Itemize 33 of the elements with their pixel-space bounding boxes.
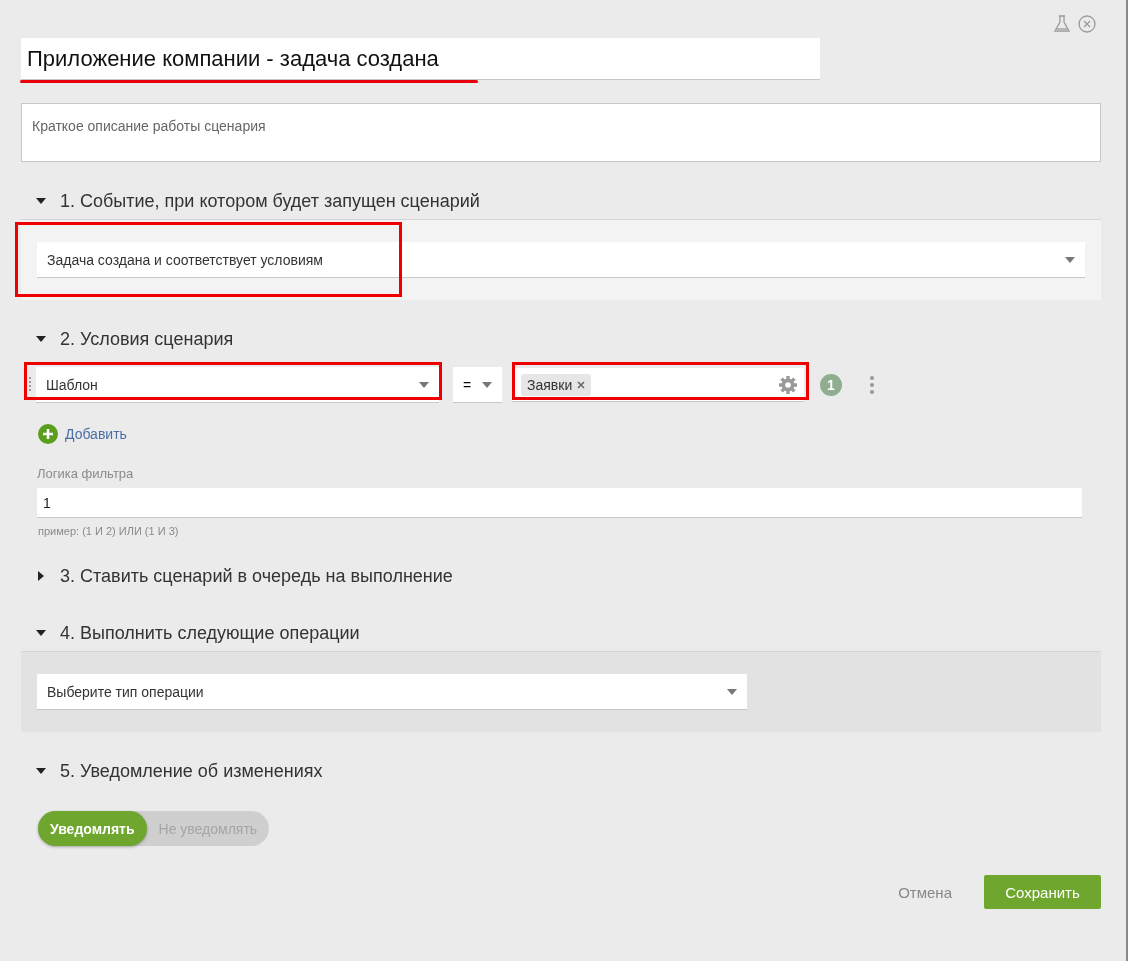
add-link[interactable]: Добавить (38, 422, 1101, 446)
expanded-triangle-icon[interactable] (36, 198, 46, 204)
caret-icon[interactable] (727, 688, 737, 695)
collapsed-triangle-icon[interactable] (38, 571, 44, 581)
dropdown-select[interactable]: Задача создана и соответствует условиям (37, 242, 1085, 278)
dropdown-select[interactable]: Выберите тип операции (37, 674, 747, 710)
filter-logic-field[interactable]: 1 (37, 488, 1082, 518)
title-field[interactable]: Приложение компании - задача создана (21, 38, 820, 80)
expanded-triangle-icon[interactable] (36, 768, 46, 774)
more-icon[interactable] (870, 376, 874, 394)
count-badge: 1 (820, 374, 842, 396)
flask-icon (1054, 15, 1070, 33)
caret-icon[interactable] (482, 381, 492, 388)
tag-chip[interactable]: Заявки (521, 373, 592, 396)
expanded-triangle-icon[interactable] (36, 336, 46, 342)
plus-circle-icon (38, 424, 58, 444)
gear-icon[interactable] (778, 374, 798, 395)
section-title[interactable]: 2. Условия сценария (60, 328, 234, 350)
section-title[interactable]: 4. Выполнить следующие операции (60, 622, 360, 644)
hint-text: пример: (1 И 2) ИЛИ (1 И 3) (38, 525, 180, 537)
caret-icon[interactable] (419, 381, 429, 388)
field-label: Логика фильтра (37, 466, 135, 481)
section-title[interactable]: 5. Уведомление об изменениях (60, 760, 323, 782)
operator-select[interactable]: = (453, 367, 502, 403)
expanded-triangle-icon[interactable] (36, 630, 46, 636)
value-field[interactable]: Заявки (512, 368, 804, 402)
description-field[interactable]: Краткое описание работы сценария (21, 103, 1101, 162)
caret-icon[interactable] (1065, 256, 1075, 263)
section-title[interactable]: 1. Событие, при котором будет запущен сценарий (60, 190, 480, 212)
close-icon[interactable] (1078, 15, 1096, 33)
section-title[interactable]: 3. Ставить сценарий в очередь на выполнение (60, 565, 453, 587)
drag-handle-icon[interactable] (29, 377, 32, 393)
remove-icon[interactable] (577, 380, 586, 389)
